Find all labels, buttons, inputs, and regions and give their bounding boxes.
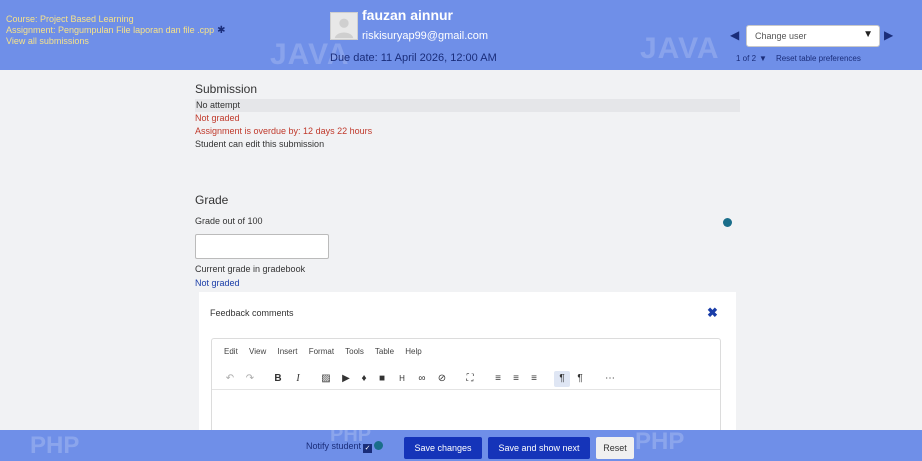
- action-bar: PHP PHP PHP Notify student ✓ Save changes…: [0, 430, 922, 461]
- grade-heading: Grade: [195, 193, 229, 207]
- next-user-arrow-icon[interactable]: ▶: [884, 28, 893, 42]
- undo-icon[interactable]: ↶: [222, 371, 238, 387]
- editable-notice: Student can edit this submission: [195, 139, 325, 149]
- assignment-link[interactable]: Assignment: Pengumpulan File laporan dan…: [6, 25, 226, 36]
- assignment-link-label: Assignment: Pengumpulan File laporan dan…: [6, 25, 215, 35]
- change-user-label: Change user: [755, 31, 807, 41]
- submission-status-value: No attempt: [195, 99, 740, 112]
- fullscreen-icon[interactable]: ⛶: [462, 371, 478, 387]
- feedback-comments-label: Feedback comments: [210, 308, 294, 318]
- course-link[interactable]: Course: Project Based Learning: [6, 14, 226, 25]
- gear-icon[interactable]: ✱: [217, 26, 226, 36]
- menu-help[interactable]: Help: [405, 347, 421, 356]
- page-header: JAVA JAVA Course: Project Based Learning…: [0, 0, 922, 70]
- menu-view[interactable]: View: [249, 347, 266, 356]
- feedback-panel: Feedback comments ✖ Edit View Insert For…: [199, 292, 736, 448]
- align-right-icon[interactable]: ≡: [526, 371, 542, 387]
- save-changes-button[interactable]: Save changes: [404, 437, 482, 459]
- image-icon[interactable]: ▨: [318, 371, 334, 387]
- collapse-icon[interactable]: ✖: [707, 305, 718, 321]
- grade-input[interactable]: [195, 234, 329, 259]
- align-center-icon[interactable]: ≡: [508, 371, 524, 387]
- italic-icon[interactable]: I: [290, 371, 306, 387]
- avatar: [330, 12, 358, 40]
- editor-divider: [212, 389, 720, 390]
- submission-status: No attempt Not graded Assignment is over…: [195, 99, 740, 151]
- user-name[interactable]: fauzan ainnur: [362, 7, 453, 23]
- rtl-icon[interactable]: ¶: [572, 371, 588, 387]
- overdue-notice: Assignment is overdue by: 12 days 22 hou…: [195, 126, 373, 136]
- help-icon[interactable]: [374, 441, 384, 450]
- h5p-icon[interactable]: H: [394, 371, 410, 387]
- align-left-icon[interactable]: ≡: [490, 371, 506, 387]
- filter-dropdown-icon[interactable]: ▼: [759, 54, 767, 63]
- more-icon[interactable]: ⋯: [602, 371, 618, 387]
- redo-icon[interactable]: ↷: [242, 371, 258, 387]
- grading-status-value: Not graded: [195, 113, 240, 123]
- footer-watermark: PHP: [635, 430, 685, 455]
- notify-student[interactable]: Notify student ✓: [306, 441, 384, 453]
- footer-watermark: PHP: [30, 432, 80, 459]
- menu-table[interactable]: Table: [375, 347, 394, 356]
- menu-tools[interactable]: Tools: [345, 347, 364, 356]
- course-info: Course: Project Based Learning Assignmen…: [6, 14, 226, 47]
- save-and-show-next-button[interactable]: Save and show next: [488, 437, 590, 459]
- current-grade-label: Current grade in gradebook: [195, 264, 306, 274]
- previous-user-arrow-icon[interactable]: ◀: [730, 28, 739, 42]
- user-pager: 1 of 2 ▼ Reset table preferences: [736, 54, 861, 63]
- reset-button[interactable]: Reset: [596, 437, 634, 459]
- reset-table-preferences-link[interactable]: Reset table preferences: [776, 54, 861, 63]
- menu-edit[interactable]: Edit: [224, 347, 238, 356]
- chevron-down-icon: ▼: [863, 29, 873, 40]
- menu-insert[interactable]: Insert: [277, 347, 297, 356]
- change-user-select[interactable]: Change user ▼: [746, 25, 880, 47]
- due-date: Due date: 11 April 2026, 12:00 AM: [330, 52, 497, 64]
- pager-count: 1 of 2: [736, 54, 757, 63]
- user-email: riskisuryap99@gmail.com: [362, 30, 489, 42]
- ltr-icon[interactable]: ¶: [554, 371, 570, 387]
- notify-student-label: Notify student: [306, 441, 362, 451]
- editor-toolbar: ↶ ↷ B I ▨ ▶ ♦ ■ H ∞ ⊘ ⛶ ≡ ≡ ≡ ¶ ¶ ⋯: [222, 371, 702, 387]
- video-camera-icon[interactable]: ■: [374, 371, 390, 387]
- link-icon[interactable]: ∞: [414, 371, 430, 387]
- help-icon[interactable]: [723, 218, 732, 227]
- header-watermark: JAVA: [640, 32, 720, 65]
- submission-heading: Submission: [195, 82, 258, 96]
- view-all-submissions-link[interactable]: View all submissions: [6, 36, 226, 47]
- media-icon[interactable]: ▶: [338, 371, 354, 387]
- bold-icon[interactable]: B: [270, 371, 286, 387]
- current-grade-value[interactable]: Not graded: [195, 278, 240, 288]
- grade-out-of-label: Grade out of 100: [195, 216, 263, 226]
- editor-menubar: Edit View Insert Format Tools Table Help: [224, 347, 431, 356]
- microphone-icon[interactable]: ♦: [356, 371, 372, 387]
- menu-format[interactable]: Format: [309, 347, 334, 356]
- checkbox-checked-icon[interactable]: ✓: [363, 444, 373, 453]
- unlink-icon[interactable]: ⊘: [434, 371, 450, 387]
